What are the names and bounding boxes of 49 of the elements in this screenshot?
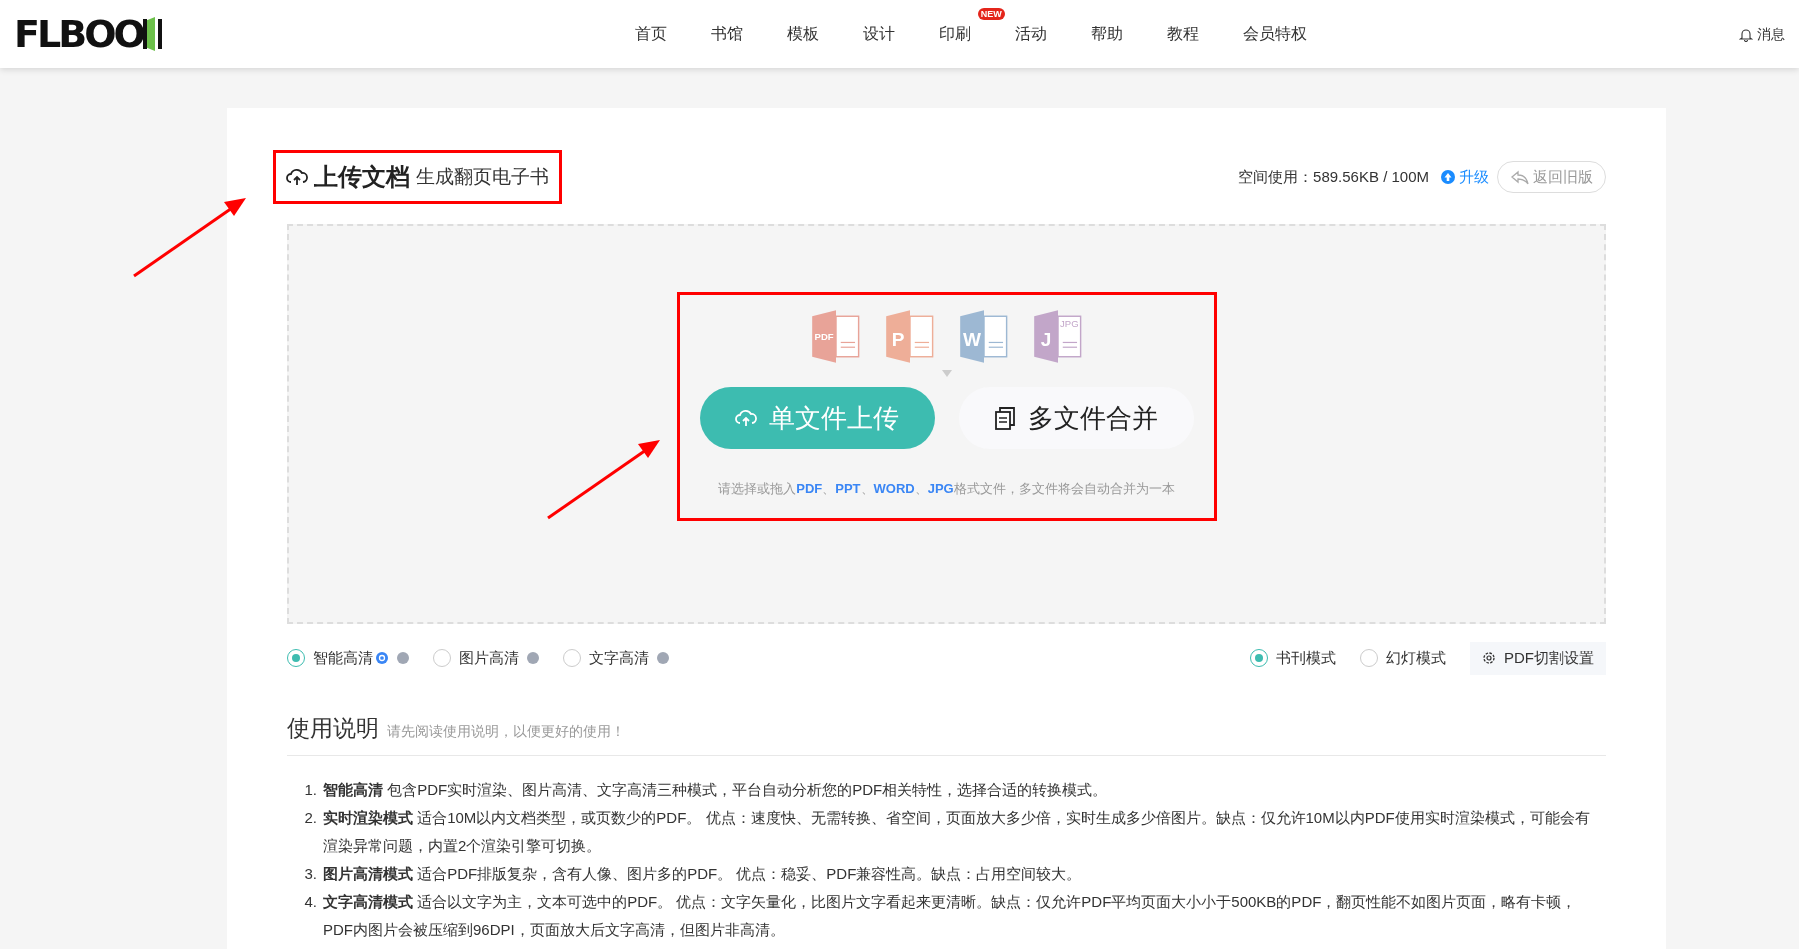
nav-link[interactable]: 教程 — [1144, 22, 1221, 46]
radio-button[interactable] — [1360, 649, 1378, 668]
bell-icon[interactable] — [1739, 26, 1753, 42]
documents-icon — [994, 405, 1016, 431]
logo-mark-icon[interactable] — [142, 17, 163, 51]
upload-subtitle: 生成翻页电子书 — [416, 164, 549, 189]
logo-text[interactable]: FLBOO — [14, 15, 143, 53]
radio-button[interactable] — [563, 649, 581, 668]
upload-title: 上传文档 — [314, 162, 410, 192]
list-number: 4. — [303, 892, 318, 912]
view-mode-label: 书刊模式 — [1276, 648, 1336, 668]
nav-link[interactable]: 首页 — [612, 22, 689, 46]
list-number: 2. — [303, 808, 318, 828]
radio-button[interactable] — [287, 649, 305, 668]
quality-option-label: 文字高清 — [589, 648, 649, 668]
upgrade-icon — [1441, 170, 1455, 184]
list-number: 3. — [303, 864, 318, 884]
instruction-text: 文字高清模式 适合以文字为主，文本可选中的PDF。 优点：文字矢量化，比图片文字看起来更清晰。缺点：仅允许PDF平均页面大小小于500KB的PDF，翻页性能不如图片页面，略有卡顿，PDF内图片会被压缩到96DPI，页面放大后文字高清，但图片非高清。 — [323, 892, 1578, 940]
nav-link[interactable]: 活动 — [992, 22, 1069, 46]
radio-button[interactable] — [1250, 649, 1268, 668]
messages-link[interactable]: 消息 — [1757, 23, 1785, 45]
nav-link[interactable]: 模板 — [764, 22, 841, 46]
nav-link[interactable]: 会员特权 — [1220, 22, 1329, 46]
help-icon[interactable] — [397, 652, 409, 665]
upgrade-link[interactable]: 升级 — [1441, 165, 1489, 189]
pdf-split-settings-button[interactable]: PDF切割设置 — [1470, 642, 1606, 675]
quality-option-label: 智能高清 — [313, 648, 373, 668]
instruction-text: 智能高清 包含PDF实时渲染、图片高清、文字高清三种模式，平台自动分析您的PDF相关特性，选择合适的转换模式。 — [323, 780, 1108, 800]
nav-link[interactable]: 设计 — [840, 22, 917, 46]
reply-arrow-icon — [1510, 168, 1529, 186]
settings-icon — [1482, 651, 1496, 666]
storage-usage: 空间使用：589.56KB / 100M — [1238, 166, 1429, 187]
section-title: 使用说明 — [287, 713, 379, 743]
radio-button[interactable] — [433, 649, 451, 668]
upload-cloud-icon — [286, 167, 308, 187]
upload-cloud-icon — [735, 408, 757, 428]
nav-link[interactable]: 帮助 — [1068, 22, 1145, 46]
view-mode-label: 幻灯模式 — [1386, 648, 1446, 668]
instruction-text: 图片高清模式 适合PDF排版复杂，含有人像、图片多的PDF。 优点：稳妥、PDF兼容性高。缺点：占用空间较大。 — [323, 864, 1082, 884]
list-number: 1. — [303, 780, 318, 800]
quality-option-label: 图片高清 — [459, 648, 519, 668]
help-icon[interactable] — [657, 652, 669, 665]
multi-file-merge-button[interactable]: 多文件合并 — [958, 387, 1194, 449]
nav-link[interactable]: 书馆 — [688, 22, 765, 46]
section-subtitle: 请先阅读使用说明，以便更好的使用！ — [387, 721, 625, 741]
pointer-triangle-icon — [941, 370, 952, 377]
new-badge: NEW — [977, 8, 1005, 20]
help-icon[interactable] — [527, 652, 539, 665]
instruction-text: 实时渲染模式 适合10M以内文档类型，或页数少的PDF。 优点：速度快、无需转换、省空间，页面放大多少倍，实时生成多少倍图片。缺点：仅允许10M以内PDF使用实时渲染模式，可能会有渲染异常问题，内置2个渲染引擎可切换。 — [323, 808, 1591, 856]
